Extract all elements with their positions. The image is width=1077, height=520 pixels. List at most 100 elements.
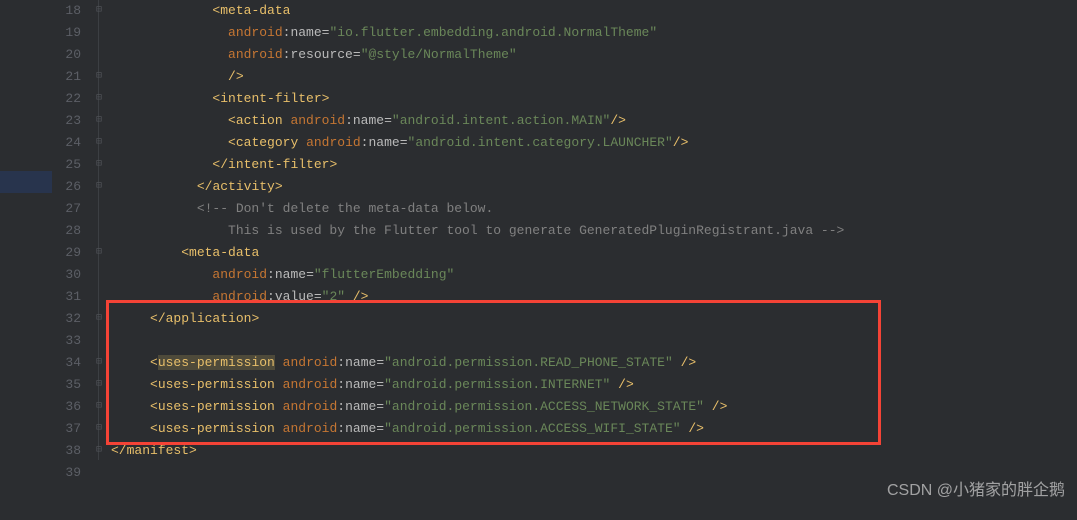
line-number[interactable]: 28 xyxy=(52,220,81,242)
code-token: name xyxy=(345,421,376,436)
code-token: name xyxy=(368,135,399,150)
code-line[interactable]: </application> xyxy=(111,308,1077,330)
code-line[interactable]: <uses-permission android:name="android.p… xyxy=(111,352,1077,374)
line-number[interactable]: 35 xyxy=(52,374,81,396)
code-token: < xyxy=(228,113,236,128)
line-number[interactable]: 38 xyxy=(52,440,81,462)
breakpoint-strip[interactable] xyxy=(0,0,52,520)
fold-marker xyxy=(87,198,111,220)
code-token: > xyxy=(329,157,337,172)
fold-marker[interactable]: ⊟ xyxy=(87,396,111,418)
fold-marker[interactable]: ⊟ xyxy=(87,308,111,330)
fold-marker[interactable]: ⊟ xyxy=(87,110,111,132)
code-line[interactable]: </manifest> xyxy=(111,440,1077,462)
code-token: < xyxy=(228,135,236,150)
code-token: "android.permission.READ_PHONE_STATE" xyxy=(384,355,673,370)
code-line[interactable]: <!-- Don't delete the meta-data below. xyxy=(111,198,1077,220)
code-token: android xyxy=(283,355,338,370)
code-line[interactable]: android:name="flutterEmbedding" xyxy=(111,264,1077,286)
code-token: </ xyxy=(111,443,127,458)
watermark: CSDN @小猪家的胖企鹅 xyxy=(887,480,1065,502)
line-number[interactable]: 23 xyxy=(52,110,81,132)
line-number[interactable]: 33 xyxy=(52,330,81,352)
line-number[interactable]: 22 xyxy=(52,88,81,110)
code-line[interactable]: <uses-permission android:name="android.p… xyxy=(111,418,1077,440)
line-number[interactable]: 39 xyxy=(52,462,81,484)
code-token: /> xyxy=(610,377,633,392)
code-token: = xyxy=(376,399,384,414)
line-number[interactable]: 20 xyxy=(52,44,81,66)
fold-marker xyxy=(87,220,111,242)
fold-marker[interactable]: ⊟ xyxy=(87,0,111,22)
code-area[interactable]: <meta-data android:name="io.flutter.embe… xyxy=(111,0,1077,520)
code-token: name xyxy=(353,113,384,128)
line-number[interactable]: 25 xyxy=(52,154,81,176)
fold-marker[interactable]: ⊟ xyxy=(87,352,111,374)
code-token: manifest xyxy=(127,443,189,458)
code-token: "android.permission.INTERNET" xyxy=(384,377,610,392)
fold-marker[interactable]: ⊟ xyxy=(87,132,111,154)
line-number[interactable]: 18 xyxy=(52,0,81,22)
code-token: android xyxy=(306,135,361,150)
fold-marker[interactable]: ⊟ xyxy=(87,154,111,176)
line-number[interactable]: 24 xyxy=(52,132,81,154)
code-token: "android.permission.ACCESS_NETWORK_STATE… xyxy=(384,399,704,414)
line-number[interactable]: 26 xyxy=(52,176,81,198)
code-line[interactable]: </intent-filter> xyxy=(111,154,1077,176)
code-line[interactable]: android:value="2" /> xyxy=(111,286,1077,308)
code-line[interactable]: /> xyxy=(111,66,1077,88)
code-line[interactable]: <intent-filter> xyxy=(111,88,1077,110)
code-token: android xyxy=(283,421,338,436)
code-token: = xyxy=(400,135,408,150)
code-token: "flutterEmbedding" xyxy=(314,267,454,282)
fold-marker[interactable]: ⊟ xyxy=(87,374,111,396)
fold-column[interactable]: ⊟⊟⊟⊟⊟⊟⊟⊟⊟⊟⊟⊟⊟⊟ xyxy=(87,0,111,520)
code-line[interactable]: <action android:name="android.intent.act… xyxy=(111,110,1077,132)
code-token: </ xyxy=(212,157,228,172)
code-token: /> xyxy=(228,69,244,84)
code-editor[interactable]: 1819202122232425262728293031323334353637… xyxy=(0,0,1077,520)
code-token: : xyxy=(337,421,345,436)
code-line[interactable]: <uses-permission android:name="android.p… xyxy=(111,396,1077,418)
code-token: "io.flutter.embedding.android.NormalThem… xyxy=(329,25,657,40)
line-number[interactable]: 19 xyxy=(52,22,81,44)
code-token: /> xyxy=(681,421,704,436)
fold-marker[interactable]: ⊟ xyxy=(87,66,111,88)
code-line[interactable]: <meta-data xyxy=(111,242,1077,264)
line-number[interactable]: 29 xyxy=(52,242,81,264)
line-number[interactable]: 27 xyxy=(52,198,81,220)
fold-marker xyxy=(87,286,111,308)
line-number[interactable]: 30 xyxy=(52,264,81,286)
active-line-marker xyxy=(0,171,52,193)
line-number[interactable]: 37 xyxy=(52,418,81,440)
code-line[interactable]: android:resource="@style/NormalTheme" xyxy=(111,44,1077,66)
line-number-gutter[interactable]: 1819202122232425262728293031323334353637… xyxy=(52,0,87,520)
code-token: "android.permission.ACCESS_WIFI_STATE" xyxy=(384,421,680,436)
code-line[interactable]: </activity> xyxy=(111,176,1077,198)
line-number[interactable]: 36 xyxy=(52,396,81,418)
code-token: /> xyxy=(673,355,696,370)
code-line[interactable]: <uses-permission android:name="android.p… xyxy=(111,374,1077,396)
code-token: : xyxy=(337,399,345,414)
code-line[interactable]: <meta-data xyxy=(111,0,1077,22)
fold-marker[interactable]: ⊟ xyxy=(87,88,111,110)
fold-marker[interactable]: ⊟ xyxy=(87,440,111,462)
code-token: /> xyxy=(345,289,368,304)
code-token: /> xyxy=(610,113,626,128)
code-token: intent-filter xyxy=(228,157,329,172)
code-line[interactable]: <category android:name="android.intent.c… xyxy=(111,132,1077,154)
line-number[interactable]: 21 xyxy=(52,66,81,88)
code-token: category xyxy=(236,135,306,150)
fold-marker[interactable]: ⊟ xyxy=(87,242,111,264)
code-token: name xyxy=(345,355,376,370)
line-number[interactable]: 31 xyxy=(52,286,81,308)
line-number[interactable]: 34 xyxy=(52,352,81,374)
line-number[interactable]: 32 xyxy=(52,308,81,330)
code-token: > xyxy=(322,91,330,106)
fold-marker[interactable]: ⊟ xyxy=(87,418,111,440)
code-line[interactable]: This is used by the Flutter tool to gene… xyxy=(111,220,1077,242)
code-line[interactable] xyxy=(111,330,1077,352)
code-line[interactable]: android:name="io.flutter.embedding.andro… xyxy=(111,22,1077,44)
fold-marker[interactable]: ⊟ xyxy=(87,176,111,198)
code-token: name xyxy=(275,267,306,282)
